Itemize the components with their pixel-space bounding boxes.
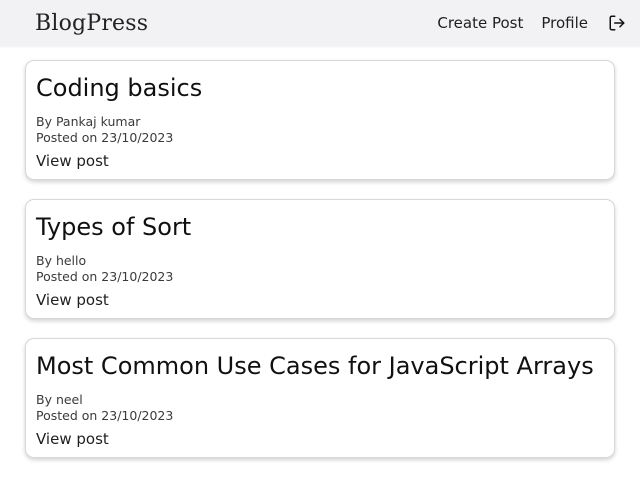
post-date: Posted on 23/10/2023 (36, 130, 174, 145)
post-author: By hello (36, 253, 87, 268)
post-author: By Pankaj kumar (36, 114, 141, 129)
post-title[interactable]: Types of Sort (36, 210, 604, 244)
logout-button[interactable] (606, 12, 628, 34)
post-date: Posted on 23/10/2023 (36, 408, 174, 423)
nav-profile-link[interactable]: Profile (541, 12, 588, 34)
view-post-link[interactable]: View post (36, 429, 109, 449)
posts-list: Coding basics By Pankaj kumar Posted on … (25, 60, 617, 477)
view-post-link[interactable]: View post (36, 151, 109, 171)
brand-logo[interactable]: BlogPress (35, 10, 148, 38)
post-title[interactable]: Coding basics (36, 71, 604, 105)
post-card: Most Common Use Cases for JavaScript Arr… (25, 338, 615, 458)
main-nav: Create Post Profile (437, 12, 628, 34)
post-card: Types of Sort By hello Posted on 23/10/2… (25, 199, 615, 319)
post-card: Coding basics By Pankaj kumar Posted on … (25, 60, 615, 180)
view-post-link[interactable]: View post (36, 290, 109, 310)
nav-create-post-link[interactable]: Create Post (437, 12, 523, 34)
post-author: By neel (36, 392, 83, 407)
post-title[interactable]: Most Common Use Cases for JavaScript Arr… (36, 349, 604, 383)
logout-icon (609, 15, 625, 31)
top-navigation-bar: BlogPress Create Post Profile (0, 0, 640, 46)
post-date: Posted on 23/10/2023 (36, 269, 174, 284)
